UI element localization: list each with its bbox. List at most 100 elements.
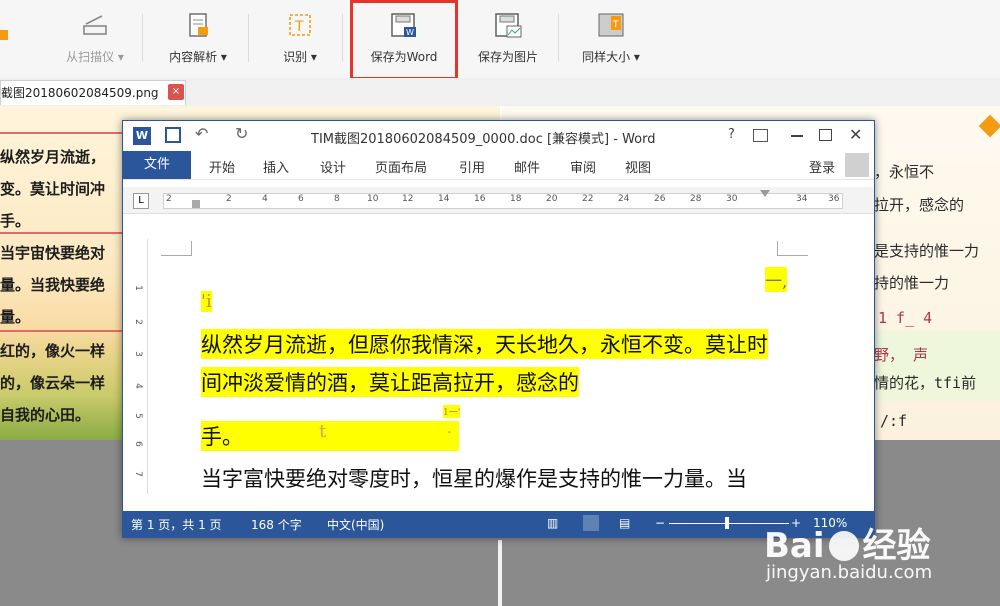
vruler-number: 2 [132,319,143,325]
document-page[interactable]: 一, 'i 纵然岁月流逝，但愿你我情深，天长地久，永恒不变。莫让时 间冲淡爱情的… [153,239,853,494]
zoom-out-icon[interactable]: − [655,516,665,530]
doc-text-line-4-extra: t [319,421,327,442]
ruler-number: 2 [166,194,172,204]
close-icon[interactable]: ✕ [849,125,862,144]
ruler-number: 34 [796,194,808,204]
doc-text-line-4-text: 手。 [201,425,243,449]
language-indicator[interactable]: 中文(中国) [327,516,384,533]
tab-screenshot-file[interactable]: 截图20180602084509.png [0,80,186,105]
print-layout-icon[interactable] [583,515,599,531]
scan-from-scanner-button[interactable]: 从扫描仪 ▾ [56,8,134,70]
word-window: W ↶ ↻ TIM截图20180602084509_0000.doc [兼容模式… [122,120,875,538]
tab-mailings[interactable]: 邮件 [514,157,540,176]
vruler-number: 4 [132,383,143,389]
ruler-number: 4 [262,194,268,204]
dropdown-arrow-icon: ▾ [220,50,227,64]
vruler-number: 1 [132,285,143,291]
maximize-icon[interactable] [819,129,832,141]
tab-stop-selector[interactable]: L [133,193,149,209]
same-size-label: 同样大小 [582,50,631,64]
ribbon-display-icon[interactable] [753,129,768,142]
svg-text:T: T [294,19,304,35]
right-text-line: 拉开，感念的 [874,196,965,214]
dropdown-arrow-icon: ▾ [310,50,317,64]
left-text-line: 红的，像火一样 [0,342,106,360]
doc-text-line-5[interactable]: 当字富快要绝对零度时，恒星的爆作是支持的惟一力量。当 [201,463,747,493]
vruler-number: 5 [132,413,143,419]
ribbon-tabs: 开始 插入 设计 页面布局 引用 邮件 审阅 视图 登录 [123,151,874,180]
ruler-number: 10 [367,194,379,204]
save-as-image-label: 保存为图片 [477,50,538,64]
page-count[interactable]: 第 1 页，共 1 页 [131,516,222,533]
recognize-button[interactable]: T 识别 ▾ [272,8,328,70]
right-text-line: 持的惟一力 [874,274,950,292]
doc-text-note[interactable]: 1一' [443,405,461,418]
content-parse-icon [183,12,213,40]
login-link[interactable]: 登录 [809,157,835,176]
dropdown-arrow-icon: ▾ [117,50,124,64]
tab-insert[interactable]: 插入 [263,157,289,176]
tab-references[interactable]: 引用 [459,157,485,176]
right-indent-marker[interactable] [760,190,770,197]
scan-label: 从扫描仪 [66,50,115,64]
right-text-line: 1 f_ 4 [878,309,933,327]
watermark-brand-text: Bai [764,526,825,566]
panel-divider [498,540,502,606]
zoom-slider-thumb[interactable] [725,517,729,529]
scanner-icon [80,12,110,40]
tab-review[interactable]: 审阅 [570,157,596,176]
word-count[interactable]: 168 个字 [251,516,302,533]
horizontal-ruler: L 2 2 4 6 8 10 12 14 16 18 20 22 24 26 2… [123,187,874,214]
redo-icon[interactable]: ↻ [235,124,248,143]
ruler-number: 18 [510,194,522,204]
same-size-button[interactable]: T 同样大小 ▾ [574,8,648,70]
watermark-brand: Bai 经验 [764,518,931,567]
left-text-line: 变。莫让时间冲 [0,180,106,198]
ruler-number: 30 [726,194,738,204]
file-menu-tab[interactable]: 文件 [123,151,191,179]
left-indent-marker[interactable] [192,200,200,208]
content-parse-button[interactable]: 内容解析 ▾ [160,8,236,70]
tab-view[interactable]: 视图 [625,157,651,176]
ruler-strip[interactable]: 2 2 4 6 8 10 12 14 16 18 20 22 24 26 28 … [163,190,843,209]
close-tab-icon[interactable]: × [168,84,184,100]
ruler-number: 8 [334,194,340,204]
left-text-line: 的，像云朵一样 [0,374,106,392]
right-text-line: 情的花，tfi前 [874,374,977,392]
window-title: TIM截图20180602084509_0000.doc [兼容模式] - Wo… [311,132,656,147]
save-as-image-button[interactable]: 保存为图片 [470,8,546,70]
tab-home[interactable]: 开始 [209,157,235,176]
dropdown-arrow-icon: ▾ [633,50,640,64]
right-text-line: ，永恒不 [874,163,935,181]
word-app-icon: W [133,127,151,145]
ruler-number: 16 [474,194,486,204]
doc-text-line-3[interactable]: 间冲淡爱情的酒，莫让距高拉开，感念的 [201,367,579,397]
leaf-decoration [978,114,1000,138]
recognize-label: 识别 [283,50,308,64]
doc-text-line-1[interactable]: 'i [201,291,212,312]
watermark-brand-text-2: 经验 [862,526,931,566]
undo-icon[interactable]: ↶ [195,124,208,143]
doc-text-fragment[interactable]: 一, [765,267,788,292]
content-parse-label: 内容解析 [169,50,218,64]
save-icon[interactable] [165,127,181,143]
ruler-number: 24 [618,194,630,204]
tab-layout[interactable]: 页面布局 [375,157,427,176]
read-mode-icon[interactable]: ▥ [547,516,558,530]
doc-text-line-4[interactable]: 手。 t. [201,421,459,451]
ruler-number: 26 [654,194,666,204]
watermark-url: jingyan.baidu.com [766,562,933,583]
left-text-line: 纵然岁月流逝， [0,148,106,166]
minimize-icon[interactable] [791,135,803,137]
doc-text-line-4-dot: . [447,421,452,437]
tab-design[interactable]: 设计 [320,157,346,176]
help-button[interactable]: ? [728,127,735,142]
left-text-line: 量。 [0,308,31,326]
text-recognize-icon: T [285,12,315,40]
avatar[interactable] [845,153,869,177]
tab-filename: 截图20180602084509.png [1,86,159,100]
web-layout-icon[interactable]: ▤ [619,516,630,530]
doc-text-line-2[interactable]: 纵然岁月流逝，但愿你我情深，天长地久，永恒不变。莫让时 [201,329,768,359]
word-title-bar: W ↶ ↻ TIM截图20180602084509_0000.doc [兼容模式… [123,121,874,151]
main-toolbar: 从扫描仪 ▾ 内容解析 ▾ T 识别 ▾ W 保存为Word 保存为图片 T 同… [0,0,1000,79]
